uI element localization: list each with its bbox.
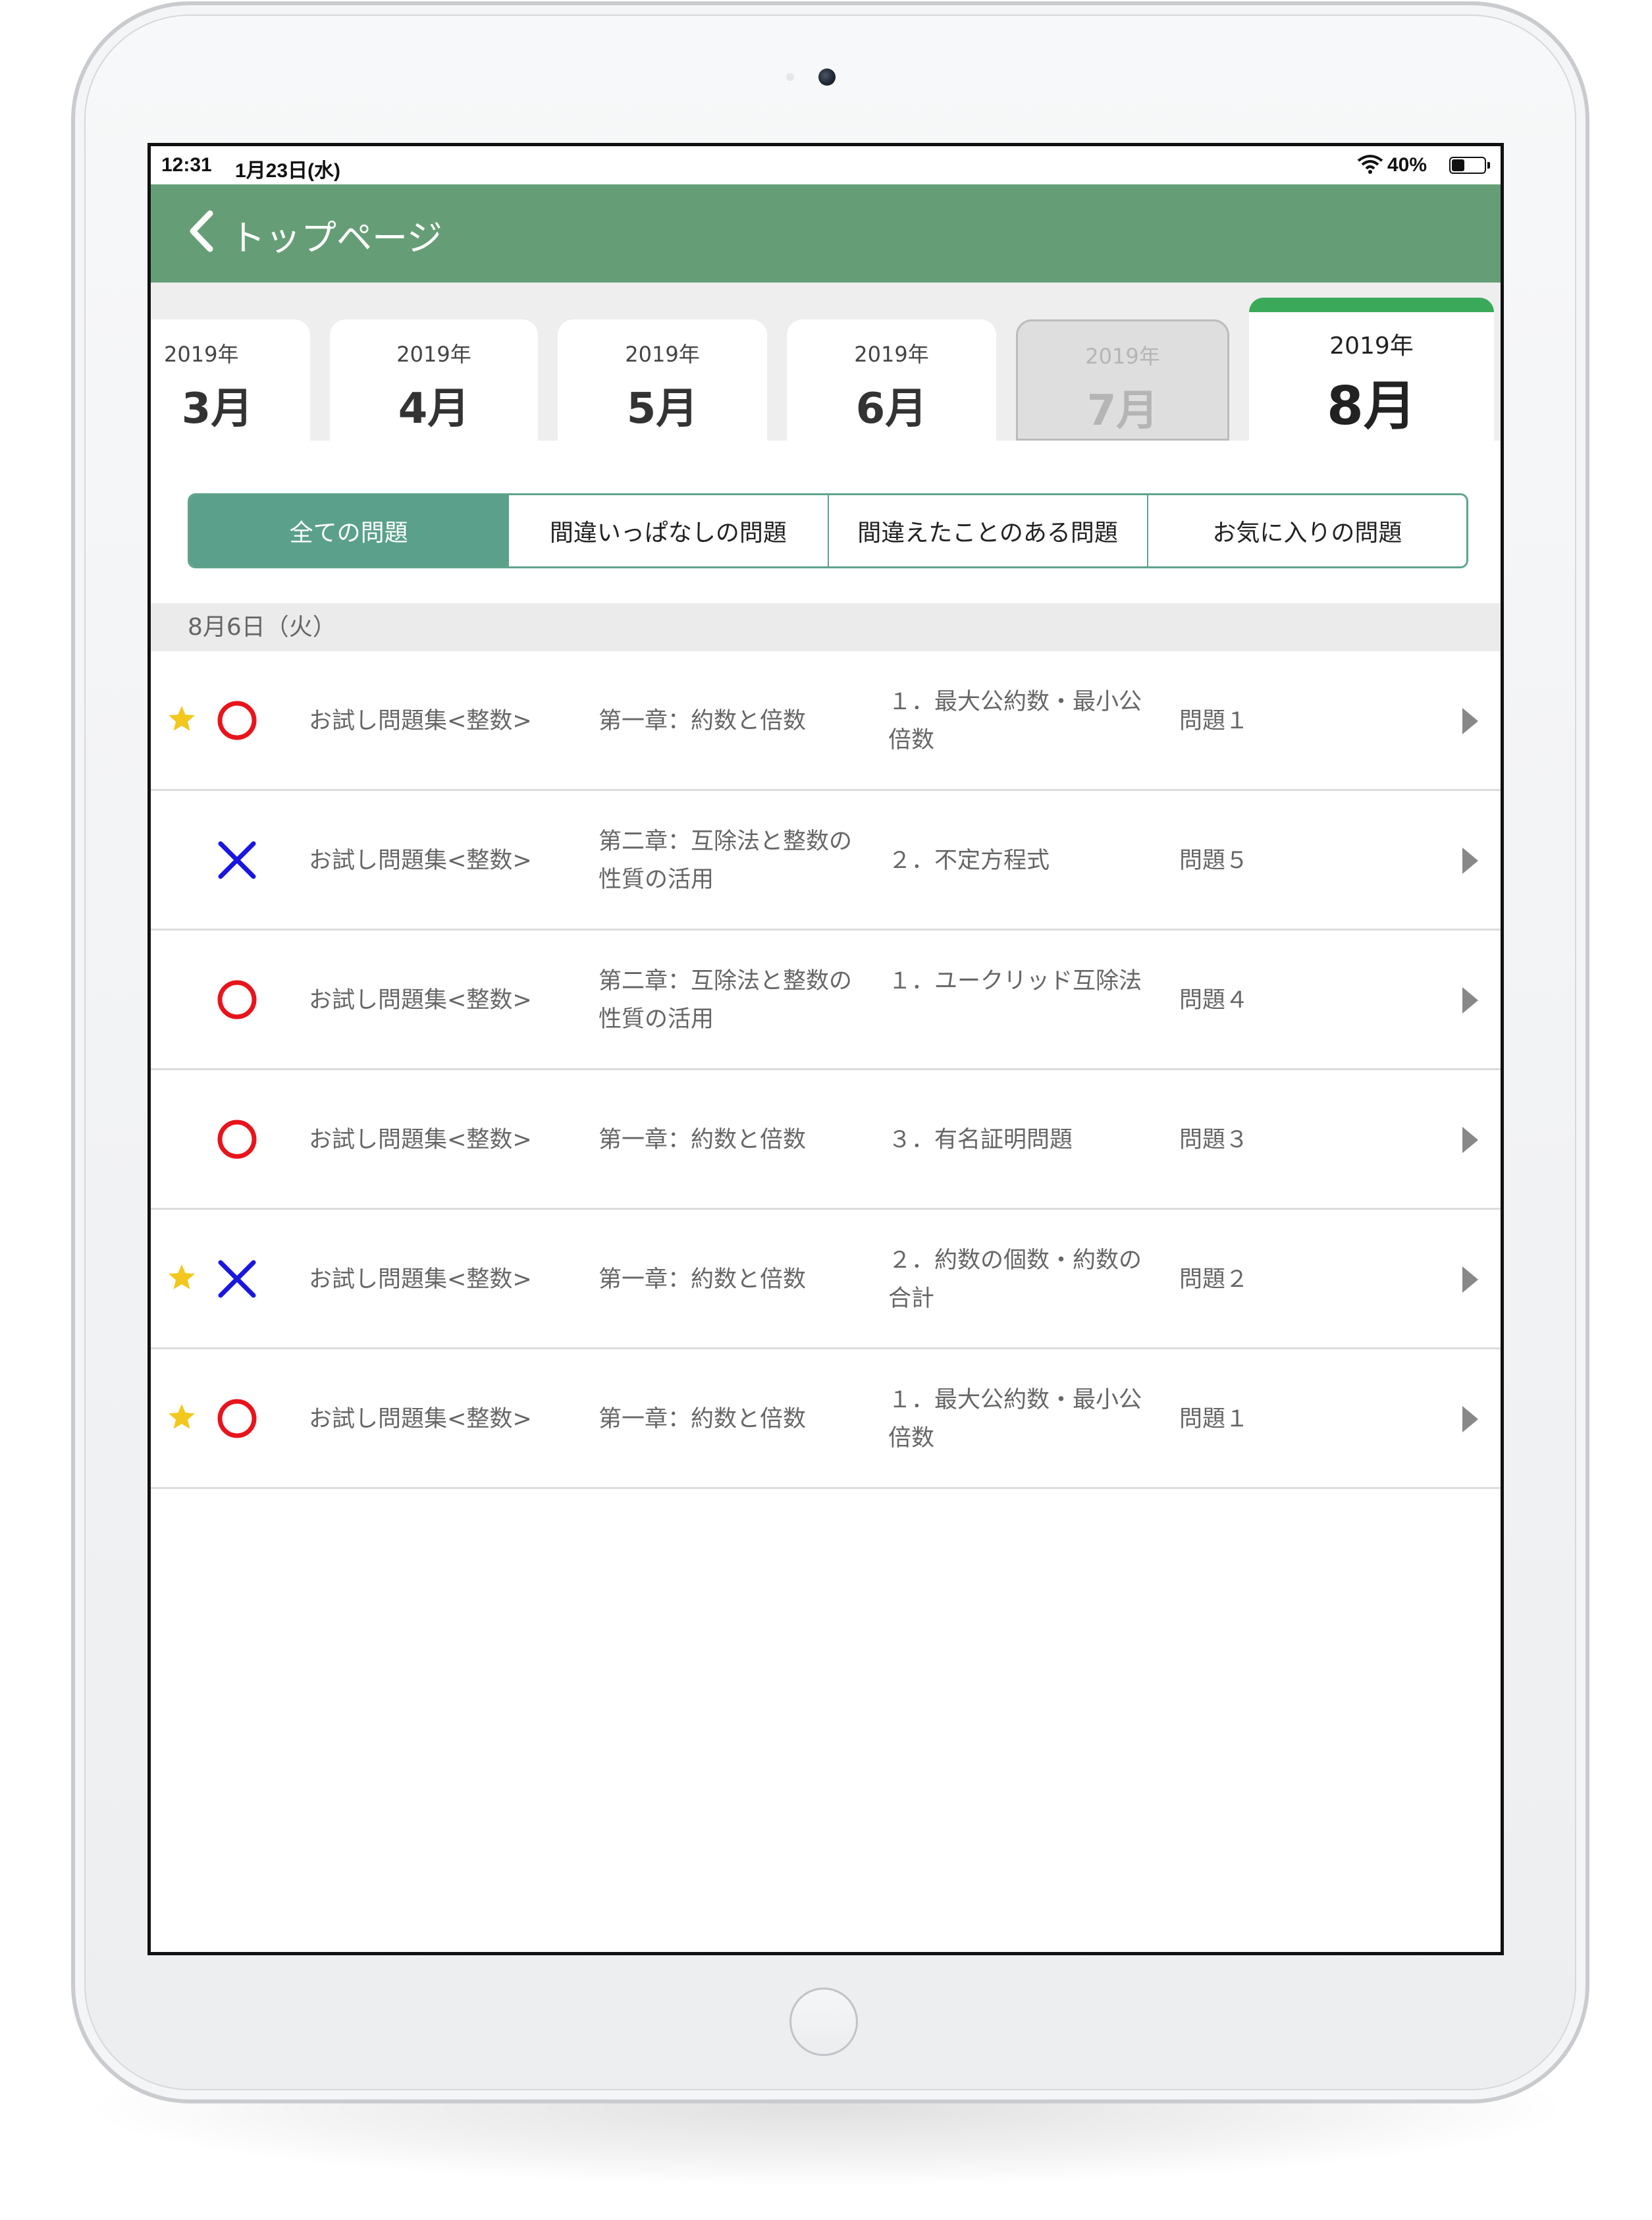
home-button[interactable] bbox=[789, 1988, 858, 2056]
problem-section: ３．有名証明問題 bbox=[888, 1127, 1073, 1153]
problem-row[interactable]: お試し問題集<整数> 第一章：約数と倍数 ３．有名証明問題 問題３ bbox=[151, 1070, 1501, 1210]
month-tab-year: 2019年 bbox=[1085, 344, 1160, 369]
filter-favorites[interactable]: お気に入りの問題 bbox=[1146, 495, 1466, 566]
play-arrow-icon bbox=[1462, 1127, 1478, 1153]
month-tab-may[interactable]: 2019年 5月 bbox=[558, 319, 767, 441]
month-tab-month: 8月 bbox=[1327, 375, 1416, 437]
front-camera bbox=[818, 68, 836, 86]
problem-chapter: 第一章：約数と倍数 bbox=[599, 708, 807, 734]
problem-collection: お試し問題集<整数> bbox=[309, 987, 532, 1014]
star-icon[interactable] bbox=[167, 1402, 197, 1432]
problem-number: 問題５ bbox=[1179, 848, 1249, 874]
play-arrow-icon bbox=[1462, 848, 1478, 874]
problem-number: 問題４ bbox=[1179, 987, 1249, 1014]
problem-number: 問題１ bbox=[1179, 708, 1249, 734]
play-arrow-icon bbox=[1462, 1406, 1478, 1432]
month-tab-march[interactable]: 2019年 3月 bbox=[151, 319, 310, 441]
month-tab-year: 2019年 bbox=[164, 342, 239, 367]
problem-chapter: 第二章：互除法と整数の性質の活用 bbox=[599, 968, 853, 1033]
problem-collection: お試し問題集<整数> bbox=[309, 1127, 532, 1153]
problem-number: 問題３ bbox=[1179, 1127, 1249, 1153]
month-tab-june[interactable]: 2019年 6月 bbox=[787, 319, 996, 441]
back-button-label: トップページ bbox=[230, 217, 442, 259]
filter-area: 全ての問題 間違いっぱなしの問題 間違えたことのある問題 お気に入りの問題 bbox=[151, 441, 1501, 603]
filter-ever-wrong[interactable]: 間違えたことのある問題 bbox=[827, 495, 1147, 566]
problem-collection: お試し問題集<整数> bbox=[309, 1266, 532, 1293]
play-arrow-icon bbox=[1462, 708, 1478, 734]
status-time: 12:31 bbox=[161, 154, 212, 176]
problem-row[interactable]: お試し問題集<整数> 第二章：互除法と整数の性質の活用 １．ユークリッド互除法 … bbox=[151, 931, 1501, 1070]
problem-chapter: 第一章：約数と倍数 bbox=[599, 1406, 807, 1432]
problem-collection: お試し問題集<整数> bbox=[309, 708, 532, 734]
cross-icon bbox=[218, 841, 256, 879]
month-tab-july: 2019年 7月 bbox=[1016, 319, 1229, 441]
filter-segmented-control: 全ての問題 間違いっぱなしの問題 間違えたことのある問題 お気に入りの問題 bbox=[188, 493, 1468, 568]
back-button[interactable]: トップページ bbox=[188, 208, 442, 261]
problem-row[interactable]: お試し問題集<整数> 第一章：約数と倍数 １．最大公約数・最小公倍数 問題１ bbox=[151, 651, 1501, 791]
chevron-left-icon bbox=[188, 209, 214, 260]
battery-icon bbox=[1449, 157, 1490, 174]
month-tab-august[interactable]: 2019年 8月 bbox=[1249, 298, 1494, 441]
month-tab-year: 2019年 bbox=[1329, 333, 1414, 360]
problem-chapter: 第二章：互除法と整数の性質の活用 bbox=[599, 828, 853, 893]
circle-icon bbox=[217, 980, 257, 1019]
wifi-icon bbox=[1357, 154, 1383, 178]
circle-icon bbox=[217, 1399, 257, 1438]
cross-icon bbox=[218, 1260, 256, 1298]
circle-icon bbox=[217, 701, 257, 740]
filter-all-problems[interactable]: 全ての問題 bbox=[190, 495, 508, 566]
problem-section: ２．約数の個数・約数の合計 bbox=[888, 1247, 1142, 1312]
filter-still-wrong[interactable]: 間違いっぱなしの問題 bbox=[508, 495, 827, 566]
month-tab-april[interactable]: 2019年 4月 bbox=[330, 319, 538, 441]
star-icon[interactable] bbox=[167, 704, 197, 734]
month-tab-month: 6月 bbox=[855, 385, 928, 433]
navigation-bar: トップページ bbox=[151, 184, 1501, 283]
problem-list: お試し問題集<整数> 第一章：約数と倍数 １．最大公約数・最小公倍数 問題１ お… bbox=[151, 651, 1501, 1489]
problem-row[interactable]: お試し問題集<整数> 第一章：約数と倍数 １．最大公約数・最小公倍数 問題１ bbox=[151, 1349, 1501, 1489]
problem-section: ２．不定方程式 bbox=[888, 848, 1050, 874]
problem-chapter: 第一章：約数と倍数 bbox=[599, 1127, 807, 1153]
month-tab-month: 5月 bbox=[626, 385, 699, 433]
month-tab-year: 2019年 bbox=[625, 342, 700, 367]
month-tab-year: 2019年 bbox=[854, 342, 929, 367]
problem-row[interactable]: お試し問題集<整数> 第二章：互除法と整数の性質の活用 ２．不定方程式 問題５ bbox=[151, 791, 1501, 931]
section-date-header: 8月6日（火） bbox=[151, 603, 1501, 651]
app-screen: 12:31 1月23日(水) 40% トップページ 2019年 3月 2019年… bbox=[147, 143, 1504, 1955]
star-icon[interactable] bbox=[167, 1262, 197, 1293]
month-tab-month: 7月 bbox=[1086, 387, 1159, 435]
problem-collection: お試し問題集<整数> bbox=[309, 848, 532, 874]
problem-section: １．最大公約数・最小公倍数 bbox=[888, 1387, 1142, 1451]
circle-icon bbox=[217, 1120, 257, 1159]
ambient-sensor bbox=[786, 73, 794, 81]
month-tab-month: 4月 bbox=[398, 385, 470, 433]
problem-section: １．最大公約数・最小公倍数 bbox=[888, 689, 1142, 753]
month-tab-year: 2019年 bbox=[396, 342, 471, 367]
month-tab-strip: 2019年 3月 2019年 4月 2019年 5月 2019年 6月 2019… bbox=[151, 283, 1501, 441]
problem-section: １．ユークリッド互除法 bbox=[888, 968, 1142, 994]
problem-chapter: 第一章：約数と倍数 bbox=[599, 1266, 807, 1293]
status-date: 1月23日(水) bbox=[235, 160, 341, 182]
month-tab-month: 3月 bbox=[181, 385, 253, 433]
play-arrow-icon bbox=[1462, 987, 1478, 1014]
problem-number: 問題１ bbox=[1179, 1406, 1249, 1432]
problem-collection: お試し問題集<整数> bbox=[309, 1406, 532, 1432]
play-arrow-icon bbox=[1462, 1266, 1478, 1293]
status-bar: 12:31 1月23日(水) 40% bbox=[151, 146, 1501, 184]
problem-number: 問題２ bbox=[1179, 1266, 1249, 1293]
battery-percentage: 40% bbox=[1387, 154, 1427, 176]
problem-row[interactable]: お試し問題集<整数> 第一章：約数と倍数 ２．約数の個数・約数の合計 問題２ bbox=[151, 1210, 1501, 1349]
